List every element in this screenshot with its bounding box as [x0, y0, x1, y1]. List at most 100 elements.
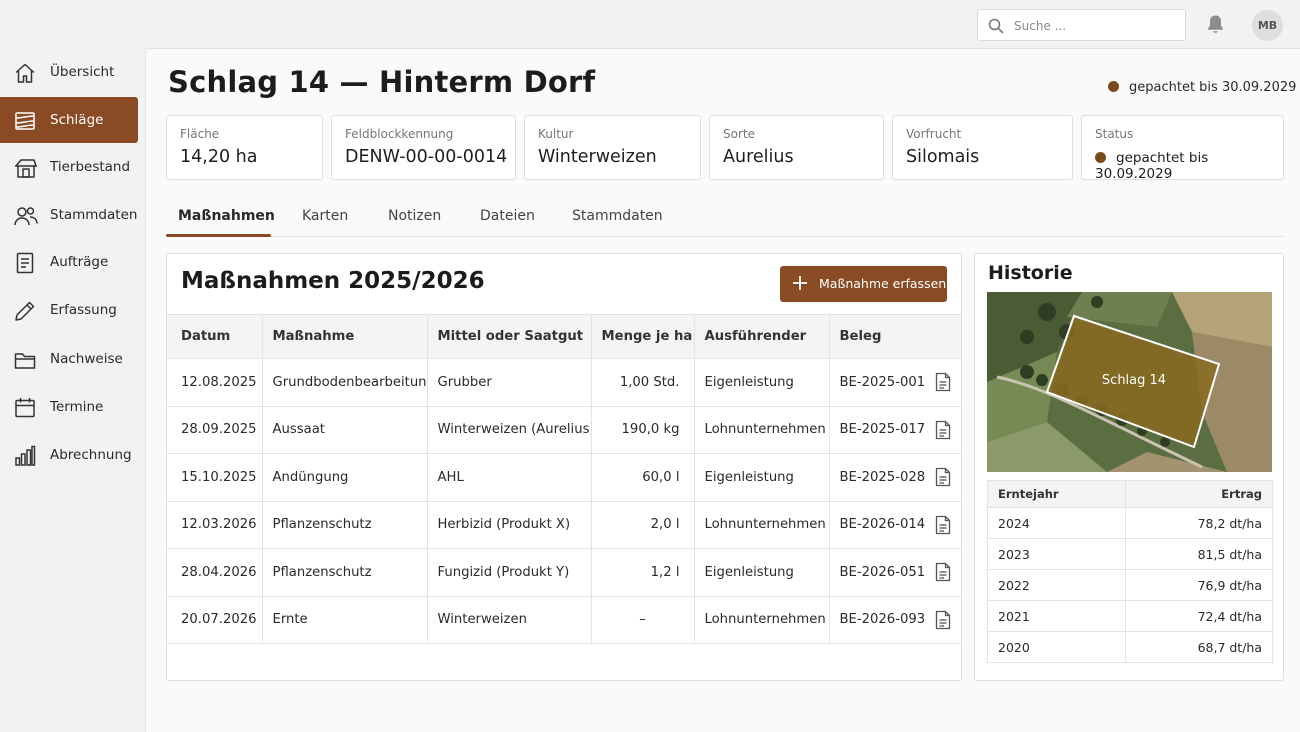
cell-agent: Winterweizen (Aurelius)	[426, 405, 592, 454]
card-key: Fläche	[180, 127, 220, 141]
cell-amount: 1,2 l	[590, 548, 695, 597]
sidebar-item-label: Schläge	[50, 112, 104, 128]
table-row[interactable]: 12.03.2026 Pflanzenschutz Herbizid (Prod…	[167, 500, 961, 549]
table-row[interactable]: 20.07.2026 Ernte Winterweizen – Lohnunte…	[167, 595, 961, 644]
cell-executor: Lohnunternehmen	[693, 405, 830, 454]
info-card-kultur: Kultur Winterweizen	[524, 115, 701, 180]
cell-agent: Winterweizen	[426, 595, 592, 644]
card-key: Status	[1095, 127, 1134, 141]
cell-agent: Fungizid (Produkt Y)	[426, 548, 592, 597]
cell-measure: Andüngung	[261, 453, 428, 502]
receipt-id: BE-2025-028	[839, 469, 926, 485]
document-icon[interactable]	[935, 610, 951, 630]
top-bar: MB	[0, 0, 1300, 48]
column-header[interactable]: Menge je ha	[590, 314, 695, 359]
table-row[interactable]: 28.04.2026 Pflanzenschutz Fungizid (Prod…	[167, 548, 961, 597]
tab-bar: Maßnahmen Karten Notizen Dateien Stammda…	[166, 197, 1284, 237]
column-header[interactable]: Maßnahme	[261, 314, 428, 359]
avatar[interactable]: MB	[1252, 10, 1283, 41]
measures-title: Maßnahmen 2025/2026	[181, 268, 485, 294]
search-box[interactable]	[977, 9, 1186, 41]
cell-receipt: BE-2025-028	[828, 453, 961, 502]
cell-measure: Grundbodenbearbeitung	[261, 358, 428, 407]
card-status-text: gepachtet bis 30.09.2029	[1095, 150, 1209, 182]
column-header[interactable]: Erntejahr	[987, 480, 1126, 508]
info-card-feldblock: Feldblockkennung DENW-00-00-0014	[331, 115, 516, 180]
table-row: 2020 68,7 dt/ha	[987, 631, 1273, 663]
card-value: gepachtet bis 30.09.2029	[1095, 150, 1283, 182]
tab-notizen[interactable]: Notizen	[388, 208, 441, 224]
cell-date: 12.03.2026	[167, 500, 263, 549]
table-row[interactable]: 28.09.2025 Aussaat Winterweizen (Aureliu…	[167, 405, 961, 454]
cell-receipt: BE-2025-001	[828, 358, 961, 407]
sidebar-item-label: Abrechnung	[50, 447, 132, 463]
sidebar-item-erfassung[interactable]: Erfassung	[0, 287, 138, 333]
cell-executor: Lohnunternehmen	[693, 595, 830, 644]
document-icon	[16, 252, 34, 274]
table-row[interactable]: 15.10.2025 Andüngung AHL 60,0 l Eigenlei…	[167, 453, 961, 502]
column-header[interactable]: Beleg	[828, 314, 961, 359]
cell-yield: 78,2 dt/ha	[1125, 507, 1273, 539]
document-icon[interactable]	[935, 467, 951, 487]
receipt-id: BE-2026-014	[839, 517, 926, 533]
search-input[interactable]	[1014, 15, 1174, 37]
cell-agent: Grubber	[426, 358, 592, 407]
history-title: Historie	[988, 262, 1073, 284]
card-key: Vorfrucht	[906, 127, 962, 141]
sidebar-item-termine[interactable]: Termine	[0, 384, 138, 430]
table-row[interactable]: 12.08.2025 Grundbodenbearbeitung Grubber…	[167, 358, 961, 407]
measures-panel: Maßnahmen 2025/2026 Maßnahme erfassen Da…	[166, 253, 962, 681]
bell-icon[interactable]	[1206, 14, 1225, 35]
pencil-icon	[15, 301, 35, 321]
column-header[interactable]: Datum	[167, 314, 263, 359]
sidebar-item-abrechnung[interactable]: Abrechnung	[0, 432, 138, 478]
column-header[interactable]: Mittel oder Saatgut	[426, 314, 592, 359]
document-icon[interactable]	[935, 562, 951, 582]
cell-amount: –	[590, 595, 695, 644]
receipt-id: BE-2026-093	[839, 612, 926, 628]
column-header[interactable]: Ertrag	[1125, 480, 1273, 508]
cell-amount: 190,0 kg	[590, 405, 695, 454]
table-row: 2024 78,2 dt/ha	[987, 507, 1273, 539]
card-value: DENW-00-00-0014	[345, 147, 508, 167]
sidebar-item-uebersicht[interactable]: Übersicht	[0, 49, 138, 95]
status-badge: gepachtet bis 30.09.2029	[1108, 80, 1296, 95]
card-value: Silomais	[906, 147, 980, 167]
yield-table: Erntejahr Ertrag 2024 78,2 dt/ha 2023 81…	[987, 480, 1273, 663]
info-card-vorfrucht: Vorfrucht Silomais	[892, 115, 1073, 180]
card-key: Feldblockkennung	[345, 127, 454, 141]
document-icon[interactable]	[935, 515, 951, 535]
cell-date: 20.07.2026	[167, 595, 263, 644]
sidebar-item-nachweise[interactable]: Nachweise	[0, 336, 138, 382]
cell-measure: Pflanzenschutz	[261, 500, 428, 549]
cell-agent: AHL	[426, 453, 592, 502]
status-text: gepachtet bis 30.09.2029	[1129, 80, 1297, 95]
cell-year: 2022	[987, 569, 1126, 601]
tab-massnahmen[interactable]: Maßnahmen	[178, 208, 275, 224]
cell-measure: Pflanzenschutz	[261, 548, 428, 597]
table-row: 2022 76,9 dt/ha	[987, 569, 1273, 601]
history-panel: Historie Schlag 14 Erntejahr Ertrag 2024…	[974, 253, 1284, 681]
sidebar-item-tierbestand[interactable]: Tierbestand	[0, 144, 138, 190]
sidebar-item-auftraege[interactable]: Aufträge	[0, 239, 138, 285]
sidebar: Übersicht Schläge Tierbestand Stammdaten…	[0, 48, 145, 732]
document-icon[interactable]	[935, 372, 951, 392]
cell-receipt: BE-2026-014	[828, 500, 961, 549]
tab-stammdaten[interactable]: Stammdaten	[572, 208, 663, 224]
users-icon	[14, 207, 38, 226]
active-tab-indicator	[166, 234, 271, 237]
status-dot	[1108, 81, 1119, 92]
sidebar-item-label: Übersicht	[50, 64, 115, 80]
tab-dateien[interactable]: Dateien	[480, 208, 535, 224]
column-header[interactable]: Ausführender	[693, 314, 830, 359]
sidebar-item-stammdaten[interactable]: Stammdaten	[0, 192, 138, 238]
tab-karten[interactable]: Karten	[302, 208, 348, 224]
cell-year: 2023	[987, 538, 1126, 570]
add-measure-button[interactable]: Maßnahme erfassen	[780, 266, 947, 302]
field-map[interactable]: Schlag 14	[987, 292, 1272, 472]
document-icon[interactable]	[935, 420, 951, 440]
sidebar-item-label: Aufträge	[50, 254, 109, 270]
sidebar-item-schlaege[interactable]: Schläge	[0, 97, 138, 143]
receipt-id: BE-2025-001	[839, 374, 926, 390]
card-value: Aurelius	[723, 147, 794, 167]
